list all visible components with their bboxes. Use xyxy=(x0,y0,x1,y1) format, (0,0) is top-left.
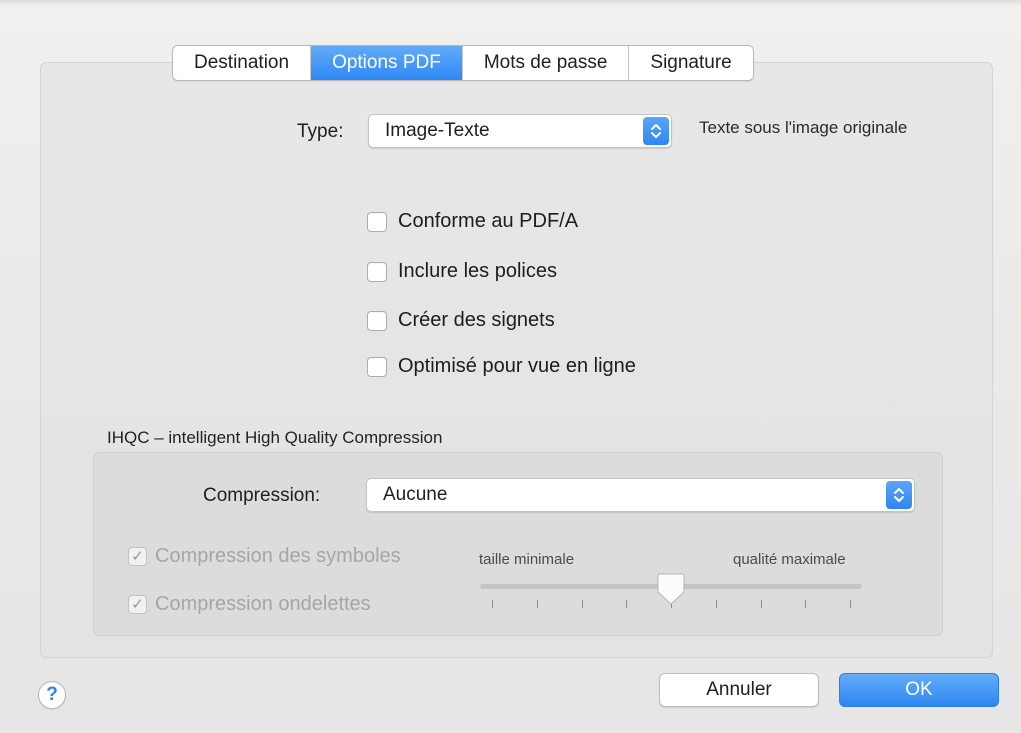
slider-min-label: taille minimale xyxy=(479,551,575,568)
slider-max-label: qualité maximale xyxy=(733,551,846,568)
pdfa-checkbox[interactable] xyxy=(367,211,387,232)
tab-mots-de-passe[interactable]: Mots de passe xyxy=(462,46,630,80)
tab-signature[interactable]: Signature xyxy=(629,46,753,80)
wavelet-compression-label: Compression ondelettes xyxy=(155,593,371,615)
option-pdfa[interactable]: Conforme au PDF/A xyxy=(367,210,578,233)
compression-popup[interactable]: Aucune xyxy=(366,478,915,512)
option-include-fonts[interactable]: Inclure les polices xyxy=(367,260,557,283)
type-popup[interactable]: Image-Texte xyxy=(368,114,672,148)
type-label: Type: xyxy=(297,121,344,142)
slider-tick xyxy=(492,600,493,608)
slider-tick xyxy=(715,600,717,608)
slider-tick xyxy=(626,600,628,608)
type-value: Image-Texte xyxy=(385,120,490,141)
compression-label: Compression: xyxy=(203,485,321,506)
help-button[interactable]: ? xyxy=(38,681,66,709)
check-icon[interactable]: ✓ xyxy=(128,595,147,614)
slider-tick xyxy=(581,600,583,608)
slider-tick xyxy=(760,600,762,608)
option-symbol-compression[interactable]: ✓ Compression des symboles xyxy=(128,545,401,568)
tab-destination[interactable]: Destination xyxy=(173,46,312,80)
option-web-optimized[interactable]: Optimisé pour vue en ligne xyxy=(367,355,636,378)
include-fonts-checkbox[interactable] xyxy=(367,261,387,282)
web-optimized-checkbox[interactable] xyxy=(367,356,387,377)
slider-tick xyxy=(536,600,538,608)
symbol-compression-label: Compression des symboles xyxy=(155,545,401,567)
popup-arrows-icon xyxy=(886,481,912,509)
type-description: Texte sous l'image originale xyxy=(699,118,908,137)
quality-slider-thumb[interactable] xyxy=(656,572,686,611)
cancel-button[interactable]: Annuler xyxy=(659,673,819,707)
ok-button[interactable]: OK xyxy=(839,673,999,707)
option-wavelet-compression[interactable]: ✓ Compression ondelettes xyxy=(128,593,371,616)
option-bookmarks[interactable]: Créer des signets xyxy=(367,309,555,332)
window-top-shadow xyxy=(0,0,1021,6)
bookmarks-checkbox[interactable] xyxy=(367,310,387,331)
bookmarks-label: Créer des signets xyxy=(398,309,555,331)
include-fonts-label: Inclure les polices xyxy=(398,260,557,282)
pdfa-label: Conforme au PDF/A xyxy=(398,210,579,232)
tab-options-pdf[interactable]: Options PDF xyxy=(311,46,463,80)
compression-value: Aucune xyxy=(383,484,448,505)
ihqc-section-title: IHQC – intelligent High Quality Compress… xyxy=(107,428,443,447)
check-icon[interactable]: ✓ xyxy=(128,547,147,566)
popup-arrows-icon xyxy=(643,117,669,145)
web-optimized-label: Optimisé pour vue en ligne xyxy=(398,355,636,377)
slider-tick xyxy=(850,600,851,608)
slider-tick xyxy=(805,600,807,608)
tab-bar: Destination Options PDF Mots de passe Si… xyxy=(172,45,754,81)
